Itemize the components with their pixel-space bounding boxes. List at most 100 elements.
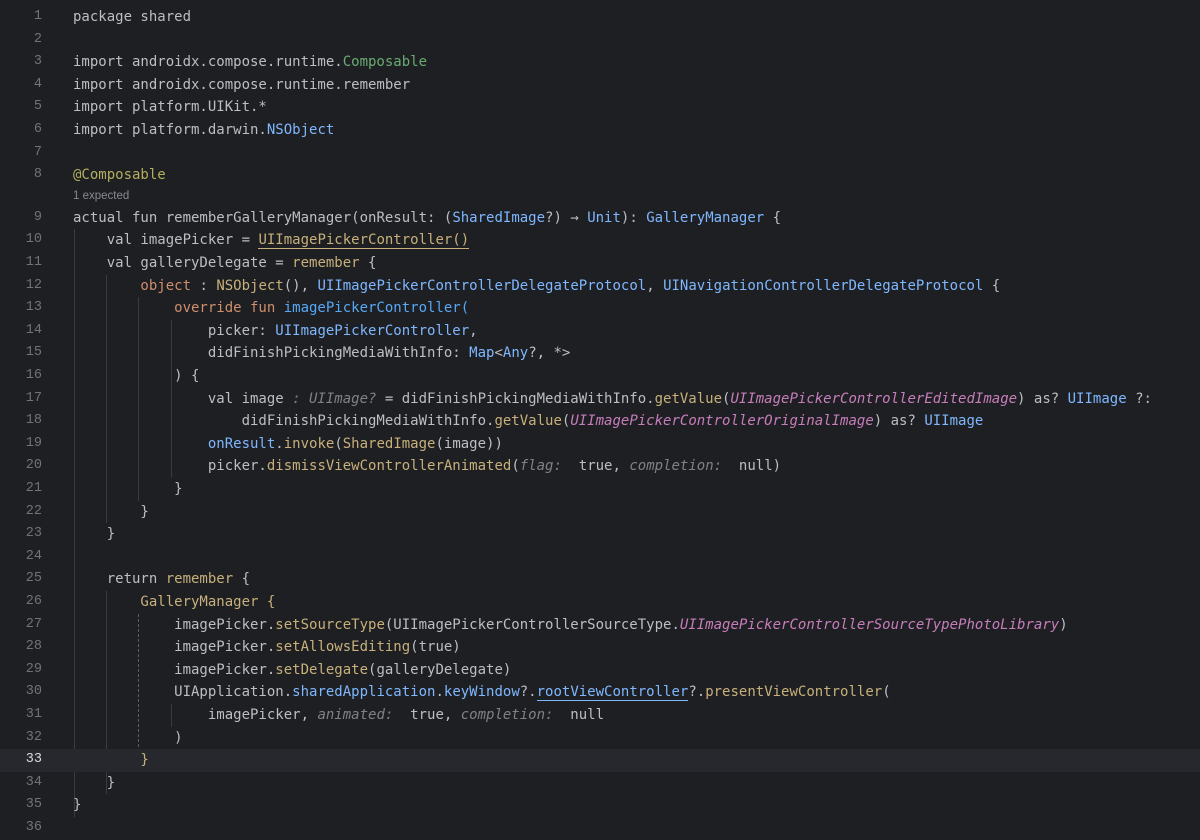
code-token: UIImagePickerController() — [258, 232, 470, 250]
code-line[interactable]: 12 object : NSObject(), UIImagePickerCon… — [0, 275, 1200, 298]
code-line[interactable]: 36 — [0, 817, 1200, 840]
code-token: : UIImage? — [283, 390, 385, 407]
code-line[interactable]: 1 package shared — [0, 6, 1200, 29]
code-line[interactable]: 8 @Composable — [0, 164, 1200, 187]
line-number: 16 — [25, 368, 42, 383]
code-token: actual fun — [73, 209, 166, 226]
code-token: ?. — [688, 684, 706, 701]
line-number: 10 — [25, 232, 42, 248]
code-token: . — [275, 435, 284, 452]
code-token: setSourceType — [275, 616, 385, 633]
line-number: 35 — [25, 797, 42, 813]
code-line[interactable]: 29 imagePicker.setDelegate(galleryDelega… — [0, 659, 1200, 682]
code-text: } — [73, 772, 115, 795]
code-token: } — [73, 481, 183, 497]
code-token: return — [73, 571, 166, 588]
code-token: , — [646, 277, 664, 294]
code-line[interactable]: 14 picker: UIImagePickerController, — [0, 320, 1200, 343]
code-token: rootViewController — [536, 684, 689, 702]
code-line[interactable]: 19 onResult.invoke(SharedImage(image)) — [0, 433, 1200, 456]
line-number: 17 — [25, 390, 42, 406]
line-number: 23 — [25, 526, 42, 542]
code-token: UIApplication. — [73, 684, 293, 701]
code-token: { — [258, 594, 276, 610]
code-line[interactable]: 30 UIApplication.sharedApplication.keyWi… — [0, 681, 1200, 704]
code-line[interactable]: 16 ) { — [0, 365, 1200, 388]
code-line[interactable]: 10 val imagePicker = UIImagePickerContro… — [0, 229, 1200, 252]
code-token: (image)) — [435, 435, 503, 452]
code-token: NSObject — [216, 277, 284, 294]
line-number: 28 — [25, 639, 42, 655]
code-token: UIImagePickerControllerOriginalImage — [570, 413, 874, 430]
code-text: import androidx.compose.runtime.remember — [73, 74, 410, 97]
line-number: 4 — [33, 76, 42, 92]
code-line[interactable]: 5 import platform.UIKit.* — [0, 96, 1200, 119]
code-line[interactable]: 13 override fun imagePickerController( — [0, 297, 1200, 320]
code-text: ) { — [73, 365, 199, 388]
code-token: SharedImage — [452, 209, 546, 226]
code-text: val galleryDelegate = remember { — [73, 252, 377, 275]
code-token: imagePickerController( — [283, 300, 470, 317]
code-token: completion: — [460, 707, 554, 723]
code-token: (), — [283, 277, 318, 294]
code-token: ?) → — [545, 209, 588, 226]
code-line[interactable]: 3 import androidx.compose.runtime.Composa… — [0, 51, 1200, 74]
line-number: 11 — [25, 255, 42, 270]
code-line[interactable]: 24 — [0, 546, 1200, 569]
code-text: } — [73, 749, 148, 772]
line-number: 13 — [25, 300, 42, 316]
code-line[interactable]: 35} — [0, 794, 1200, 817]
code-text: imagePicker.setSourceType(UIImagePickerC… — [73, 614, 1067, 637]
code-text: import platform.UIKit.* — [73, 96, 267, 119]
code-token: imagePicker. — [73, 616, 276, 633]
code-line[interactable]: 7 — [0, 142, 1200, 165]
code-editor[interactable]: 1 expected 1 package shared 2 3 import andro… — [0, 0, 1200, 835]
code-token: completion: — [629, 458, 723, 475]
code-line[interactable]: 9 actual fun rememberGalleryManager(onRes… — [0, 207, 1200, 230]
code-line[interactable]: 15 didFinishPickingMediaWithInfo: Map<An… — [0, 342, 1200, 365]
code-token: { — [359, 255, 377, 271]
code-token: ?, *> — [528, 345, 571, 362]
code-text: didFinishPickingMediaWithInfo.getValue(U… — [73, 410, 984, 433]
code-token: setAllowsEditing — [275, 639, 411, 656]
code-line[interactable]: 2 — [0, 29, 1200, 52]
line-number: 31 — [25, 707, 42, 722]
code-line[interactable]: 32 ) — [0, 727, 1200, 750]
code-line[interactable]: 17 val image : UIImage? = didFinishPicki… — [0, 388, 1200, 411]
code-line[interactable]: 31 imagePicker, animated: true, completi… — [0, 704, 1200, 727]
code-token: Map — [469, 345, 495, 362]
code-token: < — [494, 345, 503, 362]
code-line[interactable]: 23 } — [0, 523, 1200, 546]
code-line[interactable]: 4 import androidx.compose.runtime.remembe… — [0, 74, 1200, 97]
code-token: { — [233, 571, 251, 588]
code-token: override fun — [73, 300, 284, 317]
code-token: import androidx.compose.runtime. — [73, 54, 343, 71]
code-text: picker.dismissViewControllerAnimated(fla… — [73, 455, 781, 478]
code-line[interactable]: 28 imagePicker.setAllowsEditing(true) — [0, 636, 1200, 659]
code-text: onResult.invoke(SharedImage(image)) — [73, 433, 503, 456]
code-line[interactable]: 18 didFinishPickingMediaWithInfo.getValu… — [0, 410, 1200, 433]
code-token: = didFinishPickingMediaWithInfo. — [384, 390, 655, 407]
code-line[interactable]: 6 import platform.darwin.NSObject — [0, 119, 1200, 142]
line-number: 20 — [25, 458, 42, 474]
code-line[interactable]: 33 } — [0, 749, 1200, 772]
code-token: presentViewController — [705, 684, 883, 701]
code-line[interactable]: 21 } — [0, 478, 1200, 501]
code-token: ) as? — [873, 413, 925, 430]
code-line[interactable]: 22 } — [0, 501, 1200, 524]
line-number: 26 — [25, 594, 42, 609]
code-token: import platform.darwin. — [73, 122, 267, 138]
code-line[interactable]: 27 imagePicker.setSourceType(UIImagePick… — [0, 614, 1200, 637]
code-line[interactable]: 11 val galleryDelegate = remember { — [0, 252, 1200, 275]
code-line[interactable]: 26 GalleryManager { — [0, 591, 1200, 614]
code-token: sharedApplication — [292, 684, 436, 701]
code-line[interactable]: 25 return remember { — [0, 568, 1200, 591]
code-token: } — [73, 503, 149, 520]
code-token: ): — [620, 209, 647, 226]
code-token: SharedImage — [342, 435, 436, 452]
code-line[interactable]: 20 picker.dismissViewControllerAnimated(… — [0, 455, 1200, 478]
code-token: (galleryDelegate) — [368, 661, 512, 678]
code-line[interactable]: 34 } — [0, 772, 1200, 795]
code-token: rememberGalleryManager — [165, 209, 352, 226]
code-token: picker: — [73, 322, 276, 339]
